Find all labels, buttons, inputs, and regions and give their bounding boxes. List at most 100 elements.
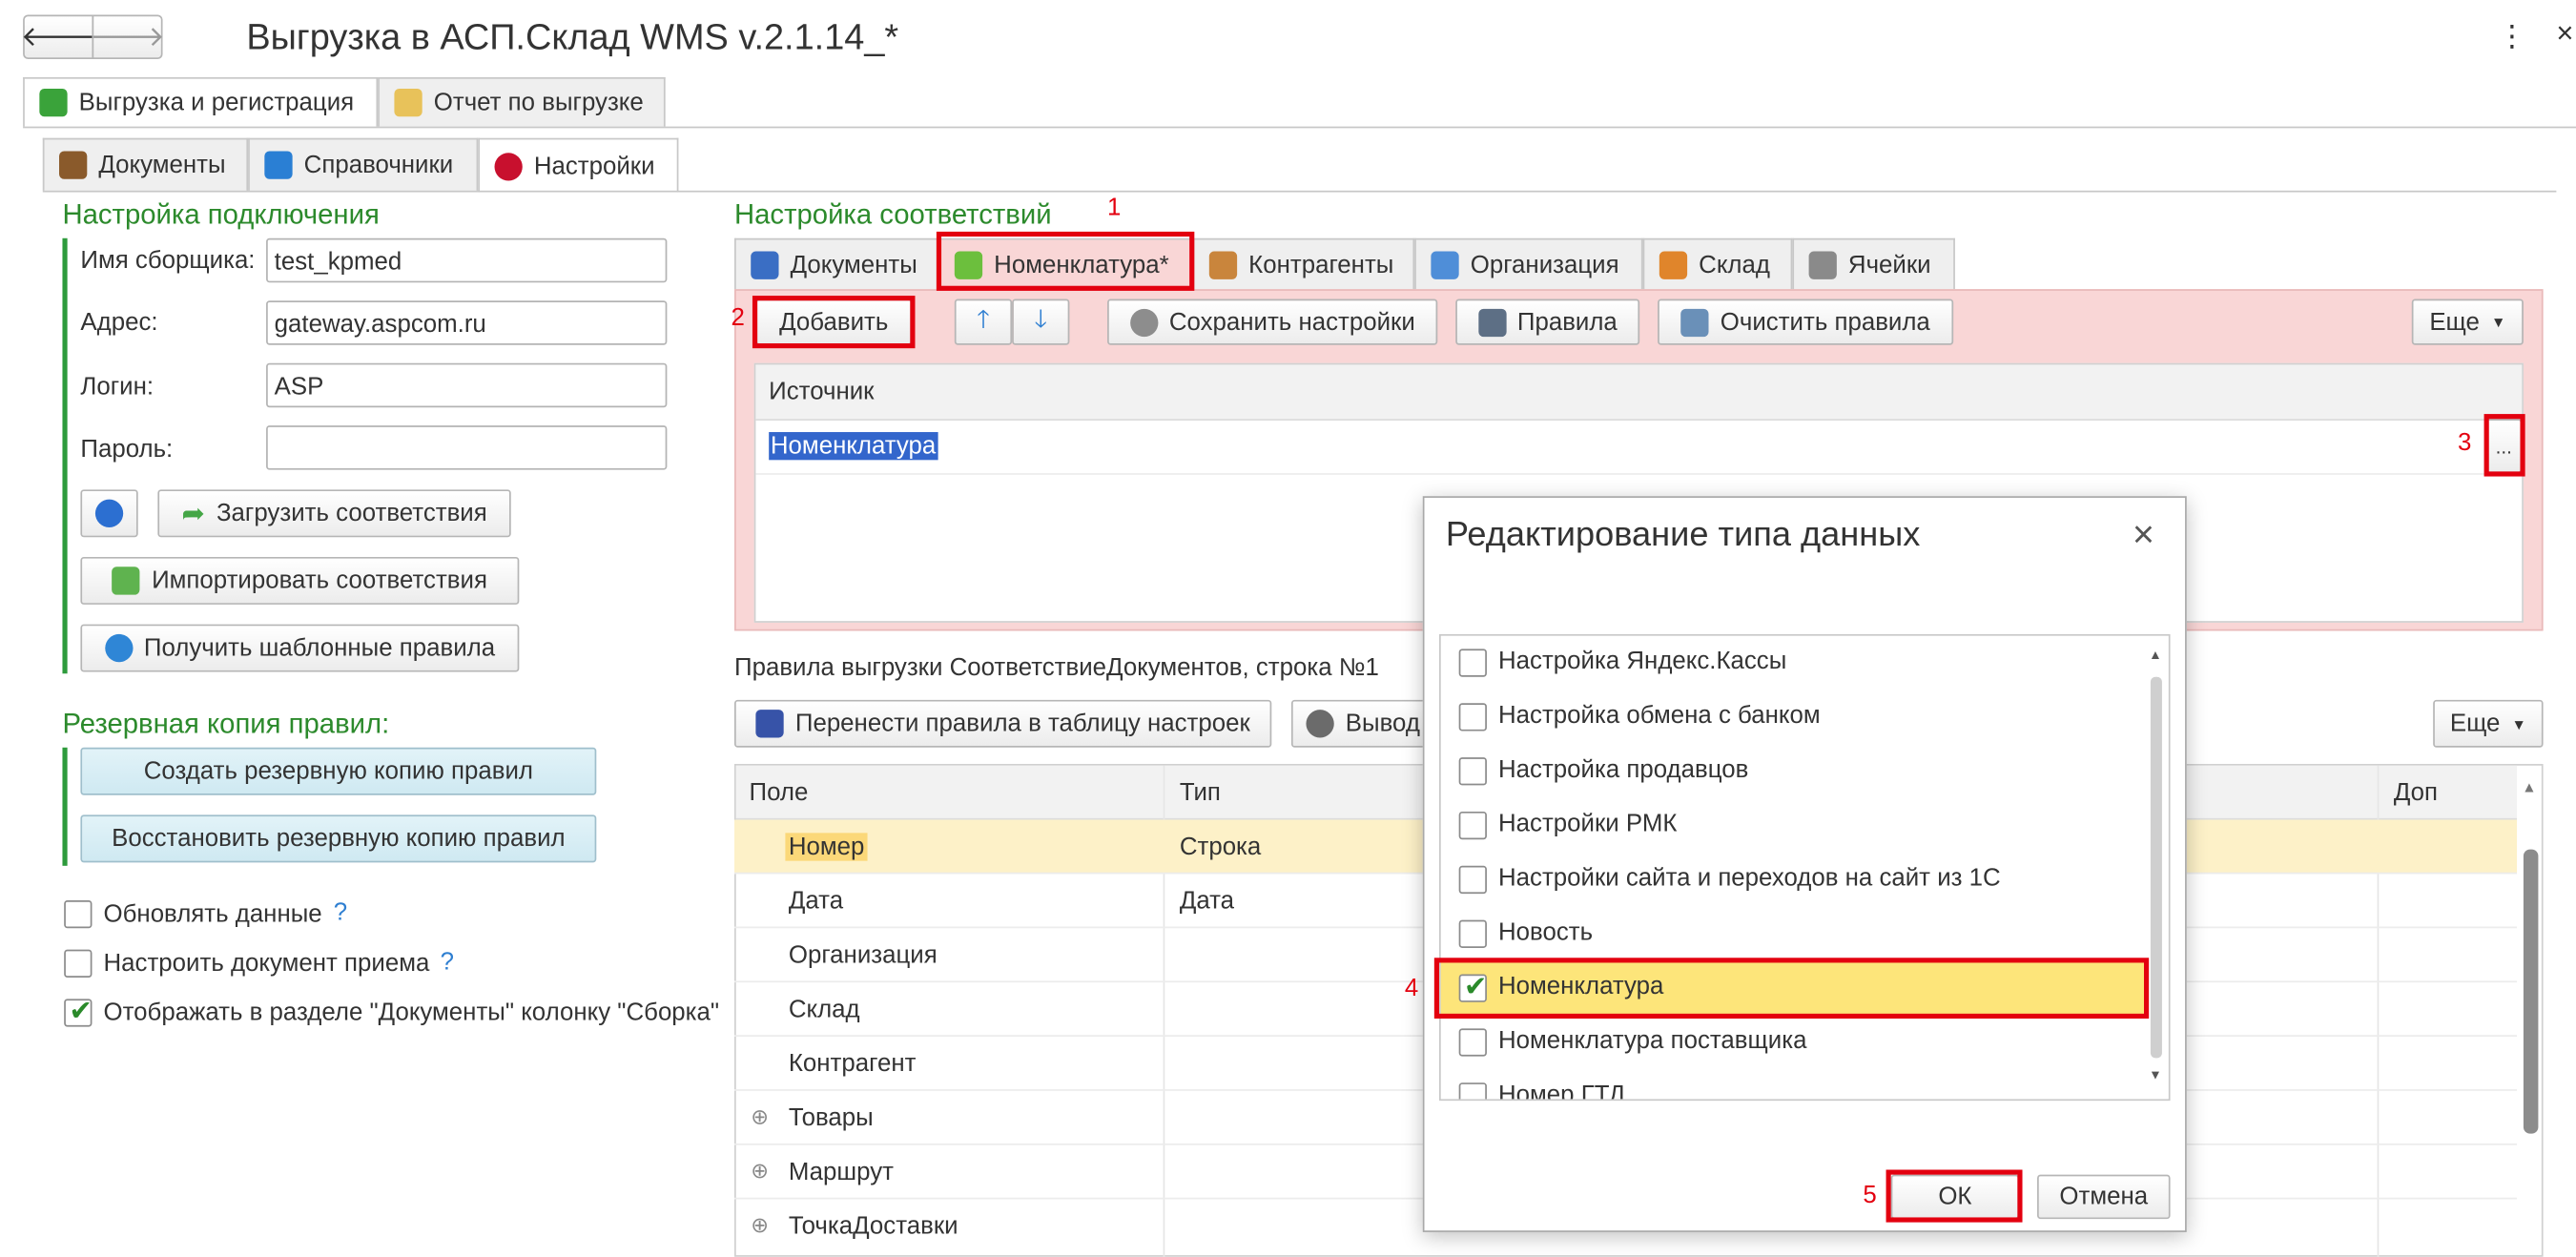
item-checkbox[interactable] [1458,649,1487,677]
move-up-button[interactable]: 🡑 [954,299,1013,345]
annotation-box-2 [752,296,916,349]
source-row[interactable] [755,421,2523,475]
table-scrollbar-thumb[interactable] [2523,849,2539,1134]
button-label: Очистить правила [1720,307,1930,337]
close-window-icon[interactable]: × [2556,16,2573,51]
row-field: Организация [788,941,938,970]
list-item[interactable]: Номенклатура поставщика [1458,1016,2149,1070]
tab-label: Выгрузка и регистрация [78,89,355,117]
extra-column-header: Доп [2393,778,2438,807]
collector-input[interactable]: test_kpmed [266,237,668,283]
help-icon[interactable]: ? [334,898,347,926]
get-template-rules-button[interactable]: Получить шаблонные правила [80,624,520,672]
password-input[interactable] [266,425,668,470]
list-item[interactable]: Новость [1458,907,2149,961]
setup-receipt-label: Настроить документ приема [103,949,430,978]
item-label: Настройка Яндекс.Кассы [1498,647,1787,675]
connect-button[interactable] [80,489,138,538]
report-icon [394,89,422,117]
list-scroll-up-arrow[interactable]: ▲ [2149,648,2162,663]
restore-backup-button[interactable]: Восстановить резервную копию правил [80,814,597,863]
item-checkbox[interactable] [1458,1028,1487,1057]
list-item[interactable]: Настройка Яндекс.Кассы [1458,636,2149,690]
annotation-number-1: 1 [1107,194,1122,222]
list-item[interactable]: Настройка продавцов [1458,744,2149,798]
item-label: Номенклатура поставщика [1498,1026,1807,1055]
move-down-button[interactable]: 🡓 [1012,299,1070,345]
dialog-close-icon[interactable]: × [2133,512,2154,557]
tab-documents[interactable]: Документы [42,137,249,191]
save-settings-button[interactable]: Сохранить настройки [1107,299,1438,345]
annotation-box-4 [1433,958,2150,1020]
source-value[interactable]: Номенклатура [769,432,938,461]
row-type: Дата [1179,887,1235,916]
annotation-box-3 [2483,414,2525,477]
source-table-header [755,364,2523,421]
list-item[interactable]: Настройки РМК [1458,798,2149,853]
more-button[interactable]: Еще ▼ [2411,299,2524,345]
expand-icon[interactable]: ⊕ [751,1104,769,1131]
rules-button[interactable]: Правила [1455,299,1640,345]
item-checkbox[interactable] [1458,703,1487,732]
collector-label: Имя сборщика: [80,246,256,275]
back-button[interactable]: 🡐 [21,14,95,60]
tab-export-report[interactable]: Отчет по выгрузке [378,76,666,127]
annotation-number-2: 2 [731,303,745,332]
mapping-tab-warehouse[interactable]: Склад [1642,237,1793,290]
login-input[interactable]: ASP [266,362,668,408]
forward-button[interactable]: 🡒 [90,14,165,60]
import-mappings-button[interactable]: Импортировать соответствия [80,556,520,605]
arrow-up-icon: 🡑 [977,304,990,333]
more-menu-icon[interactable]: ⋮ [2497,20,2526,54]
mapping-tab-organization[interactable]: Организация [1414,237,1643,290]
list-item[interactable]: Настройки сайта и переходов на сайт из 1… [1458,853,2149,907]
tab-references[interactable]: Справочники [248,137,479,191]
button-label: Сохранить настройки [1168,307,1415,337]
row-field: Номер [785,833,868,861]
setup-receipt-checkbox[interactable] [64,949,93,978]
item-checkbox[interactable] [1458,865,1487,895]
cancel-button[interactable]: Отмена [2037,1174,2171,1220]
login-label: Логин: [80,373,155,402]
mapping-tab-counterparties[interactable]: Контрагенты [1192,237,1415,290]
password-label: Пароль: [80,435,174,464]
help-icon[interactable]: ? [441,948,454,976]
item-checkbox[interactable] [1458,757,1487,786]
expand-icon[interactable]: ⊕ [751,1158,769,1185]
green-arrow-icon: ➦ [181,497,205,528]
main-tabs-divider [23,126,2576,129]
item-checkbox[interactable] [1458,811,1487,840]
address-input[interactable]: gateway.aspcom.ru [266,300,668,345]
tab-label: Настройки [533,152,655,180]
button-label: Импортировать соответствия [152,567,487,595]
row-field: Склад [788,995,860,1024]
cube-icon [1808,250,1837,278]
window-title: Выгрузка в АСП.Склад WMS v.2.1.14_* [246,16,899,58]
list-scroll-down-arrow[interactable]: ▼ [2149,1068,2162,1083]
item-checkbox[interactable] [1458,919,1487,948]
tab-label: Контрагенты [1248,250,1394,278]
annotation-box-1 [936,231,1195,291]
list-item[interactable]: Настройка обмена с банком [1458,690,2149,744]
move-rules-button[interactable]: Перенести правила в таблицу настроек [734,699,1272,748]
mapping-tab-documents[interactable]: Документы [734,237,938,290]
expand-icon[interactable]: ⊕ [751,1212,769,1239]
load-mappings-button[interactable]: ➦ Загрузить соответствия [157,489,511,538]
annotation-box-5 [1886,1169,2023,1223]
scrollbar-up-arrow[interactable]: ▲ [2522,779,2536,795]
create-backup-button[interactable]: Создать резервную копию правил [80,747,597,795]
button-label: Отмена [2059,1183,2149,1211]
item-checkbox[interactable] [1458,1082,1487,1100]
list-scrollbar-thumb[interactable] [2150,676,2162,1059]
list-item[interactable]: Номер ГТД [1458,1069,2148,1100]
rules-more-button[interactable]: Еще ▼ [2433,699,2544,748]
tab-settings[interactable]: Настройки [478,137,679,193]
button-label: Еще [2449,710,2501,738]
clear-rules-button[interactable]: Очистить правила [1658,299,1954,345]
show-assembly-checkbox[interactable]: ✔ [64,996,93,1027]
tab-export-registration[interactable]: Выгрузка и регистрация [23,76,379,127]
mapping-tab-cells[interactable]: Ячейки [1792,237,1955,290]
row-field: Маршрут [788,1158,894,1186]
update-data-checkbox[interactable] [64,899,93,929]
list-item-clip: Номер ГТД [1441,1069,2148,1100]
